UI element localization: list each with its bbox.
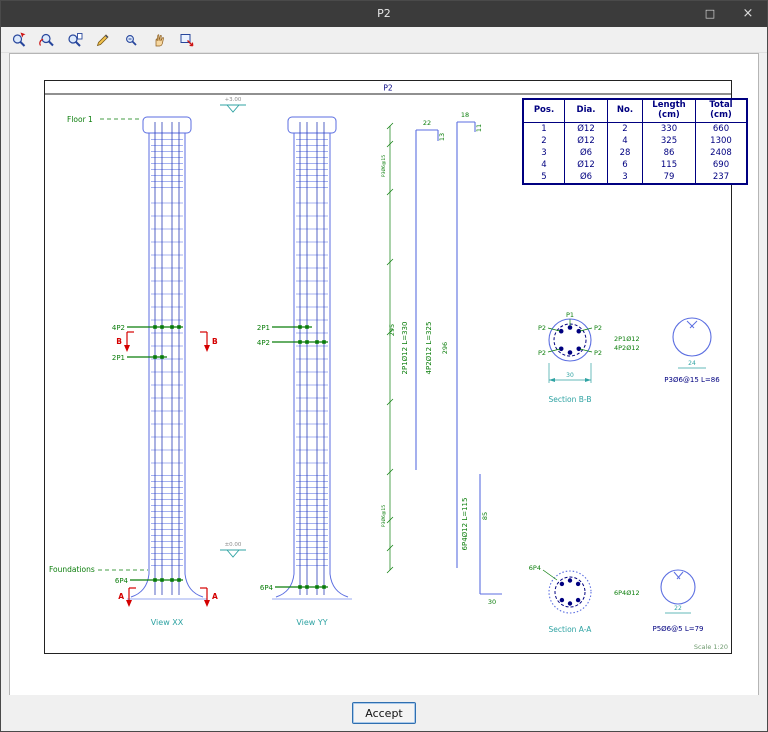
- bb-dim: 30: [566, 372, 574, 379]
- bb-p2-lr: P2: [594, 349, 602, 357]
- view-yy-caption: View YY: [296, 618, 327, 627]
- p2-hook-dim: 18: [461, 111, 469, 119]
- level-marker-top: +3.00: [220, 97, 246, 113]
- accept-button[interactable]: Accept: [352, 702, 416, 724]
- zoom-realtime-icon: [125, 35, 137, 46]
- drawing-area[interactable]: P2 Scale 1:20 4P2 2P1 6P4 B B A A Floor …: [9, 53, 759, 697]
- col-length: Length (cm): [642, 98, 696, 123]
- dialog-window: P2 □ × P2 Scale 1:20 4P2 2P1 6P4 B B A A…: [0, 0, 768, 732]
- pan-button[interactable]: [147, 29, 170, 52]
- label-2p1-xx: 2P1: [112, 354, 125, 362]
- zoom-previous-icon: [68, 33, 83, 47]
- zoom-window-icon: [12, 32, 25, 47]
- view-yy: 2P1 4P2 6P4 View YY: [257, 116, 352, 627]
- schedule-header-row: Pos. Dia. No. Length (cm) Total (cm): [522, 98, 748, 123]
- p3-caption: P3Ø6@15 L=86: [664, 376, 720, 384]
- aa-note: 6P4Ø12: [614, 589, 640, 597]
- level-top-value: +3.00: [225, 97, 242, 103]
- section-bb-bars: [558, 325, 582, 355]
- p1-hook-dim: 22: [423, 119, 431, 127]
- stirrup-zone-top: P3Ø6@15: [380, 155, 387, 177]
- snapshot-icon: [180, 34, 194, 47]
- p1-bar-label: 2P1Ø12 L=330: [401, 322, 409, 375]
- stirrup-p3-detail: 24 P3Ø6@15 L=86: [664, 317, 720, 384]
- stirrup-p5-detail: 22 P5Ø6@5 L=79: [653, 569, 704, 633]
- zoom-window-button[interactable]: [7, 29, 30, 52]
- section-aa-bars: [559, 578, 581, 606]
- p4-bar-label: 6P4Ø12 L=115: [461, 498, 469, 551]
- col-dia: Dia.: [564, 98, 608, 123]
- bb-p2-ul: P2: [538, 324, 546, 332]
- level-marker-bottom: ±0.00: [220, 542, 246, 558]
- p4-foot-dim: 30: [488, 598, 496, 606]
- schedule-body: 1 Ø12 2 330 660 2 Ø12 4 325 1300 3 Ø6 28…: [522, 122, 748, 184]
- toolbar: [1, 27, 767, 53]
- bb-p2-ur: P2: [594, 324, 602, 332]
- p2-leg-dim: 11: [475, 124, 483, 132]
- label-4p2-yy: 4P2: [257, 339, 270, 347]
- section-a-left-label: A: [118, 592, 124, 601]
- section-b-left-label: B: [116, 337, 122, 346]
- schedule-row: 1 Ø12 2 330 660: [522, 122, 748, 135]
- label-4p2-xx: 4P2: [112, 324, 125, 332]
- p1-leg-dim: 13: [438, 133, 446, 141]
- close-button[interactable]: ×: [729, 1, 767, 27]
- p5-dim: 22: [674, 605, 682, 612]
- section-bb-caption: Section B-B: [549, 395, 592, 404]
- col-pos: Pos.: [522, 98, 565, 123]
- col-total: Total (cm): [695, 98, 748, 123]
- schedule-row: 5 Ø6 3 79 237: [522, 170, 748, 184]
- window-title: P2: [377, 7, 391, 20]
- snapshot-button[interactable]: [176, 29, 199, 52]
- view-xx-caption: View XX: [151, 618, 184, 627]
- scale-note: Scale 1:20: [694, 643, 728, 651]
- foundations-label: Foundations: [49, 565, 95, 574]
- floor-label: Floor 1: [67, 115, 93, 124]
- p3-dim: 24: [688, 360, 696, 367]
- bb-p1-label: P1: [566, 311, 574, 319]
- p1-straight-dim: 295: [388, 324, 396, 336]
- bb-note1: 2P1Ø12: [614, 335, 640, 343]
- p2-bar-label: 4P2Ø12 L=325: [425, 322, 433, 375]
- p2-straight-dim: 296: [441, 342, 449, 354]
- titlebar[interactable]: P2 □ ×: [1, 1, 767, 27]
- view-xx: 4P2 2P1 6P4 B B A A Floor 1 Foundations …: [49, 115, 218, 627]
- zoom-realtime-button[interactable]: [119, 29, 142, 52]
- label-6p4-xx: 6P4: [115, 577, 129, 585]
- rebar-schedule: Pos. Dia. No. Length (cm) Total (cm) 1 Ø12…: [522, 98, 748, 185]
- col-no: No.: [607, 98, 643, 123]
- p5-caption: P5Ø6@5 L=79: [653, 625, 704, 633]
- section-mark-a: A A: [118, 587, 218, 607]
- bar-shapes: P3Ø6@15 P3Ø6@15 22 13 2P1Ø12 L=330 295 1…: [380, 111, 502, 606]
- redraw-icon: [96, 34, 109, 47]
- label-2p1-yy: 2P1: [257, 324, 270, 332]
- maximize-button[interactable]: □: [691, 1, 729, 27]
- label-6p4-yy: 6P4: [260, 584, 274, 592]
- section-a-right-label: A: [212, 592, 218, 601]
- bottom-bar: Accept: [1, 695, 767, 731]
- stirrup-zone-bottom: P3Ø6@15: [380, 505, 387, 527]
- pan-hand-icon: [155, 34, 164, 47]
- zoom-extents-button[interactable]: [35, 29, 58, 52]
- schedule-row: 4 Ø12 6 115 690: [522, 158, 748, 171]
- schedule-row: 2 Ø12 4 325 1300: [522, 134, 748, 147]
- p4-straight-dim: 85: [481, 512, 489, 520]
- aa-6p4-label: 6P4: [529, 564, 541, 572]
- zoom-previous-button[interactable]: [63, 29, 86, 52]
- redraw-button[interactable]: [91, 29, 114, 52]
- sheet-title: P2: [383, 84, 393, 93]
- zoom-extents-icon: [38, 33, 54, 47]
- section-b-right-label: B: [212, 337, 218, 346]
- bb-note2: 4P2Ø12: [614, 344, 640, 352]
- section-aa: 6P4 6P4Ø12 Section A-A: [529, 564, 640, 634]
- section-bb: P1 P2 P2 P2 P2 2P1Ø12 4P2Ø12 30 Section …: [538, 311, 640, 404]
- bb-p2-ll: P2: [538, 349, 546, 357]
- section-aa-caption: Section A-A: [549, 625, 593, 634]
- level-bottom-value: ±0.00: [225, 542, 242, 548]
- schedule-row: 3 Ø6 28 86 2408: [522, 146, 748, 159]
